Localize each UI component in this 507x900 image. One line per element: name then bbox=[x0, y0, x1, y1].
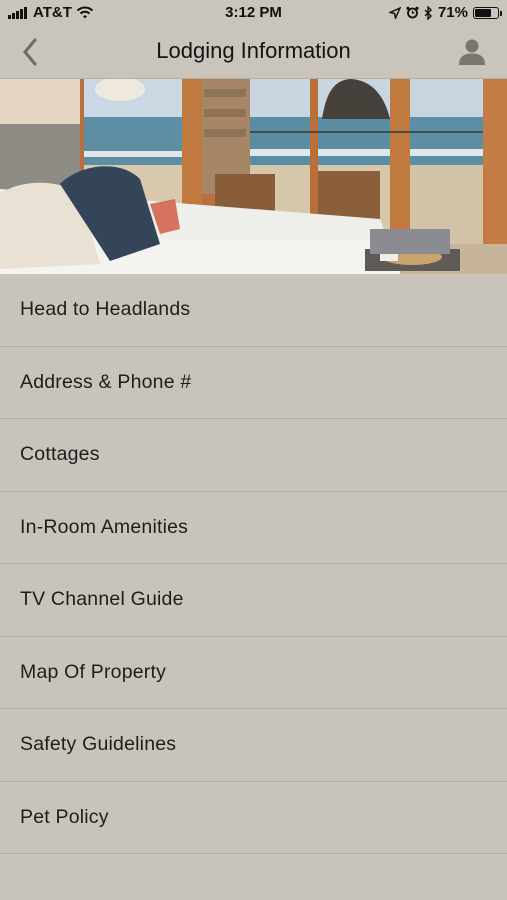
menu-item-label: Head to Headlands bbox=[20, 298, 191, 321]
location-arrow-icon bbox=[388, 6, 401, 19]
hero-image bbox=[0, 79, 507, 274]
lodging-menu: Head to Headlands Address & Phone # Cott… bbox=[0, 274, 507, 854]
user-icon bbox=[459, 39, 485, 65]
nav-bar: Lodging Information bbox=[0, 28, 507, 79]
battery-icon bbox=[473, 6, 502, 19]
menu-item-head-to-headlands[interactable]: Head to Headlands bbox=[0, 274, 507, 347]
menu-item-safety-guidelines[interactable]: Safety Guidelines bbox=[0, 709, 507, 782]
menu-item-label: Pet Policy bbox=[20, 805, 109, 828]
battery-fill bbox=[475, 8, 491, 17]
menu-item-label: Address & Phone # bbox=[20, 370, 192, 393]
menu-item-label: Map Of Property bbox=[20, 660, 167, 683]
menu-item-tv-channel-guide[interactable]: TV Channel Guide bbox=[0, 564, 507, 637]
status-bar: AT&T 3:12 PM 71% bbox=[0, 0, 507, 28]
battery-percent: 71% bbox=[437, 4, 468, 21]
menu-item-pet-policy[interactable]: Pet Policy bbox=[0, 782, 507, 854]
menu-item-cottages[interactable]: Cottages bbox=[0, 419, 507, 492]
bedroom-ocean-view-image bbox=[0, 79, 507, 274]
page-title: Lodging Information bbox=[156, 38, 351, 63]
status-right: 71% bbox=[388, 4, 502, 21]
bluetooth-icon bbox=[424, 5, 432, 20]
menu-item-map-of-property[interactable]: Map Of Property bbox=[0, 637, 507, 709]
menu-item-label: TV Channel Guide bbox=[20, 588, 184, 611]
alarm-icon bbox=[406, 6, 419, 19]
menu-item-label: Cottages bbox=[20, 443, 100, 466]
profile-button[interactable] bbox=[457, 38, 487, 68]
menu-item-in-room-amenities[interactable]: In-Room Amenities bbox=[0, 492, 507, 564]
menu-item-address-phone[interactable]: Address & Phone # bbox=[0, 347, 507, 419]
menu-item-label: In-Room Amenities bbox=[20, 515, 189, 538]
menu-item-label: Safety Guidelines bbox=[20, 733, 177, 756]
